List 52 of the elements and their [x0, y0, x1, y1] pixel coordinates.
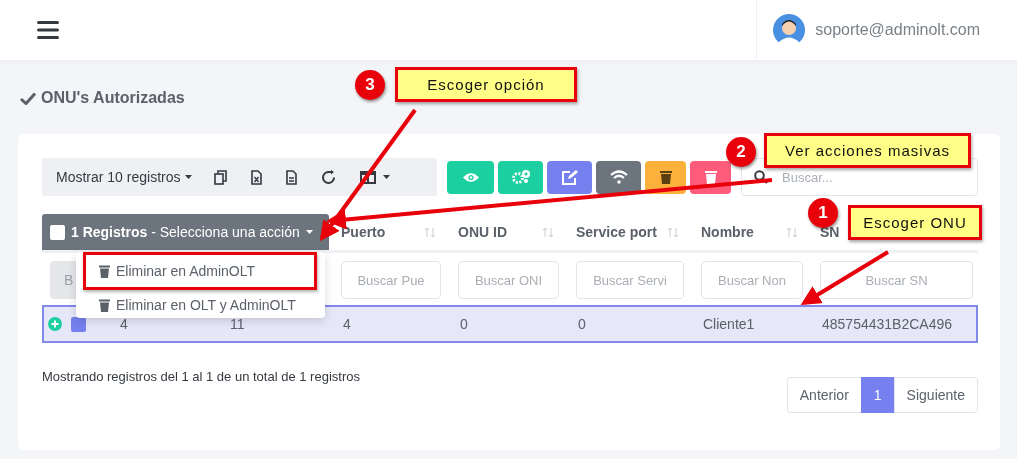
- filter-field[interactable]: Buscar Non: [701, 261, 803, 299]
- trash-icon: [659, 170, 672, 184]
- trash-icon: [704, 170, 717, 184]
- refresh-icon[interactable]: [321, 169, 337, 185]
- copy-icon[interactable]: [214, 169, 228, 185]
- document-icon[interactable]: [286, 169, 298, 185]
- table-info: Mostrando registros del 1 al 1 de un total de 1 registros: [42, 369, 360, 386]
- checkbox[interactable]: [50, 224, 65, 240]
- excel-file-icon[interactable]: [251, 169, 263, 185]
- column-header[interactable]: Nombre: [701, 224, 754, 240]
- user-menu[interactable]: soporte@adminolt.com: [756, 0, 1000, 60]
- columns-icon[interactable]: [360, 170, 377, 184]
- step-number: 3: [355, 70, 385, 100]
- filter-field[interactable]: Buscar Pue: [341, 261, 441, 299]
- page-title-text: ONU's Autorizadas: [41, 89, 185, 107]
- table-cell: 0: [578, 316, 586, 332]
- check-icon: [20, 91, 36, 105]
- table-cell: 4: [343, 316, 351, 332]
- bulk-action-dropdown[interactable]: 1 Registros - Selecciona una acción: [42, 214, 329, 250]
- column-header[interactable]: Puerto: [341, 224, 386, 240]
- caret-icon[interactable]: [383, 175, 391, 179]
- callout-tooltip: Escoger opción: [395, 67, 577, 102]
- callout-tooltip: Escoger ONU: [848, 205, 982, 240]
- table-cell: 0: [460, 316, 468, 332]
- filter-field[interactable]: Buscar ONI: [458, 261, 559, 299]
- gears-icon: [511, 170, 530, 184]
- page-button[interactable]: Siguiente: [893, 377, 978, 413]
- page-button[interactable]: Anterior: [786, 377, 862, 413]
- page-length-dropdown[interactable]: Mostrar 10 registros: [56, 169, 193, 185]
- user-email: soporte@adminolt.com: [815, 21, 980, 39]
- column-header[interactable]: ONU ID: [458, 224, 507, 240]
- table-cell: Cliente1: [703, 316, 755, 332]
- table-cell: 485754431B2CA496: [822, 316, 952, 332]
- menu-item[interactable]: Eliminar en AdminOLT: [83, 252, 317, 290]
- trash-icon: [99, 298, 110, 312]
- filter-field[interactable]: Buscar Servi: [576, 261, 684, 299]
- wifi-icon: [609, 170, 628, 184]
- trash-icon: [99, 264, 110, 278]
- caret-icon: [305, 230, 313, 234]
- bulk-action-label: 1 Registros - Selecciona una acción: [71, 224, 300, 240]
- column-header[interactable]: Service port: [576, 224, 657, 240]
- wifi-button[interactable]: [596, 160, 641, 194]
- checkbox[interactable]: [71, 316, 86, 332]
- edit-icon: [561, 169, 578, 185]
- callout-tooltip: Ver acciones masivas: [764, 133, 971, 168]
- eye-icon: [462, 171, 479, 183]
- menu-icon[interactable]: [37, 21, 59, 39]
- page-button[interactable]: 1: [860, 377, 895, 413]
- filter-field[interactable]: Buscar SN: [820, 261, 973, 299]
- avatar-icon: [773, 14, 806, 46]
- caret-icon: [185, 175, 193, 179]
- edit-button[interactable]: [547, 160, 592, 194]
